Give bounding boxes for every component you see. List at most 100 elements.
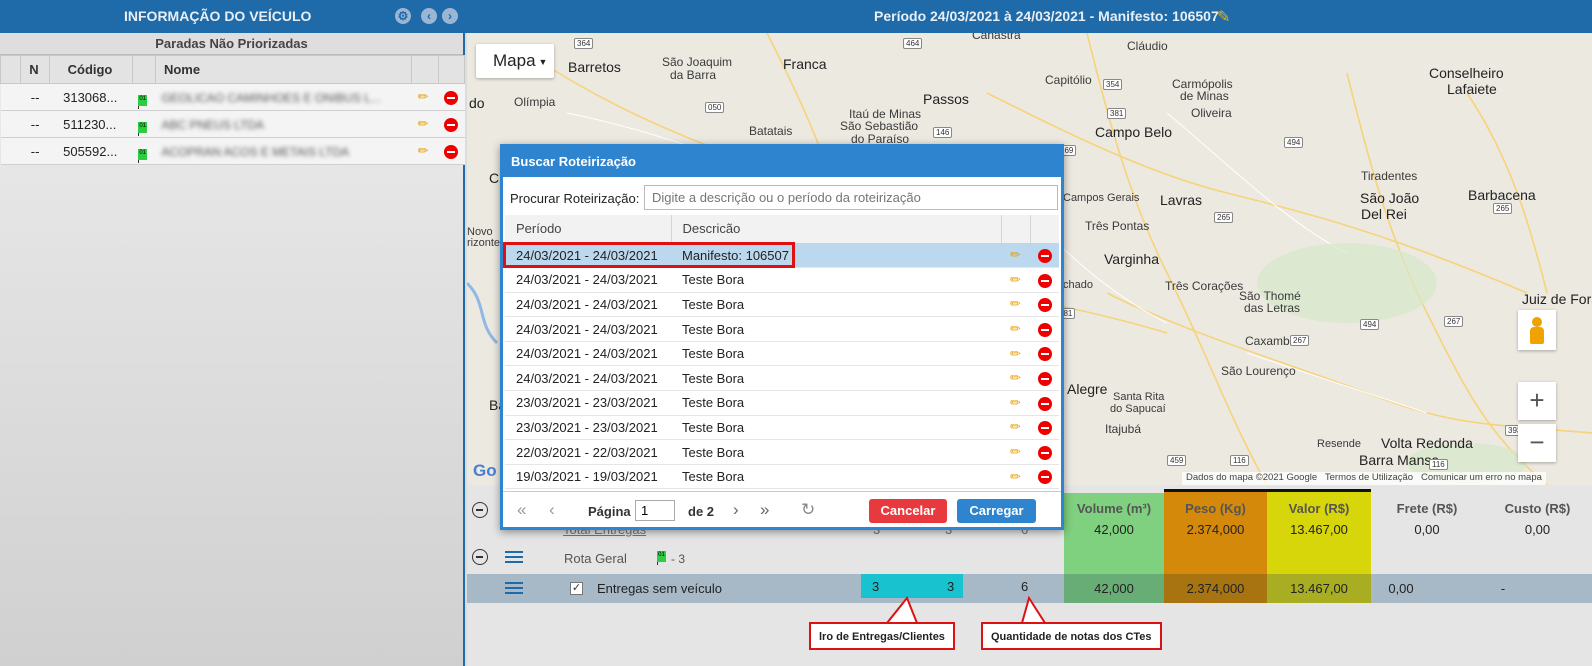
road-badge: 459: [1167, 455, 1187, 466]
row-edit: ✏: [1001, 464, 1030, 490]
row-periodo: 22/03/2021 - 22/03/2021: [505, 439, 671, 465]
row-periodo: 24/03/2021 - 24/03/2021: [505, 365, 671, 392]
vehicle-info-title: INFORMAÇÃO DO VEÍCULO: [124, 8, 312, 24]
remove-icon[interactable]: [1037, 396, 1052, 411]
map-type-button[interactable]: Mapa ▼: [476, 44, 554, 78]
arrow-left-icon[interactable]: ‹: [421, 8, 437, 24]
table-row[interactable]: 24/03/2021 - 24/03/2021 Teste Bora ✏: [505, 341, 1059, 367]
pencil-icon[interactable]: ✏: [1010, 469, 1021, 484]
city-label: Barretos: [568, 59, 621, 75]
pencil-icon[interactable]: ✏: [418, 143, 429, 158]
column-descricao[interactable]: Descricão: [671, 215, 1002, 244]
row-periodo: 24/03/2021 - 24/03/2021: [505, 292, 671, 318]
row-select[interactable]: [0, 137, 21, 165]
city-label: Resende: [1317, 438, 1362, 450]
zoom-out-button[interactable]: −: [1518, 424, 1556, 462]
remove-icon[interactable]: [1037, 298, 1052, 313]
pencil-icon[interactable]: ✏: [1010, 370, 1021, 385]
table-row[interactable]: 23/03/2021 - 23/03/2021 Teste Bora ✏: [505, 415, 1059, 441]
row-codigo: 505592...: [49, 137, 133, 165]
row-periodo: 24/03/2021 - 24/03/2021: [505, 267, 671, 293]
pencil-icon[interactable]: ✏: [1010, 247, 1021, 262]
remove-icon[interactable]: [444, 144, 459, 159]
road-badge: 050: [705, 102, 725, 113]
row-edit: ✏: [1001, 390, 1030, 416]
city-label: Lafaiete: [1447, 81, 1497, 97]
pencil-icon[interactable]: ✏: [418, 116, 429, 131]
page-count: de 2: [688, 504, 715, 519]
gear-icon[interactable]: ⚙: [395, 8, 411, 24]
delete-column: [1030, 215, 1059, 244]
row-delete: [1030, 390, 1059, 416]
first-page-icon[interactable]: «: [517, 500, 526, 520]
row-select[interactable]: [0, 110, 21, 138]
last-page-icon[interactable]: »: [760, 500, 769, 520]
table-row[interactable]: 24/03/2021 - 24/03/2021 Teste Bora ✏: [505, 267, 1059, 293]
remove-icon[interactable]: [1037, 273, 1052, 288]
edit-pencil-icon[interactable]: ✎: [1217, 7, 1230, 27]
pencil-icon[interactable]: ✏: [1010, 419, 1021, 434]
table-row[interactable]: 24/03/2021 - 24/03/2021 Teste Bora ✏: [505, 365, 1059, 392]
table-row[interactable]: -- 505592... 01 ACOPRAN ACOS E METAIS LT…: [0, 137, 465, 165]
row-edit: ✏: [1001, 267, 1030, 293]
remove-icon[interactable]: [1037, 470, 1052, 485]
pencil-icon[interactable]: ✏: [1010, 272, 1021, 287]
terms-link[interactable]: Termos de Utilização: [1325, 472, 1413, 483]
remove-icon[interactable]: [1037, 421, 1052, 436]
row-delete: [1030, 243, 1059, 269]
remove-icon[interactable]: [444, 90, 459, 105]
column-nome[interactable]: Nome: [154, 55, 413, 84]
pencil-icon[interactable]: ✏: [1010, 395, 1021, 410]
remove-icon[interactable]: [1037, 347, 1052, 362]
row-delete: [1030, 415, 1059, 441]
pencil-icon[interactable]: ✏: [1010, 296, 1021, 311]
row-edit: ✏: [1001, 316, 1030, 342]
arrow-right-icon[interactable]: ›: [442, 8, 458, 24]
row-delete: [1030, 267, 1059, 293]
pencil-icon[interactable]: ✏: [1010, 346, 1021, 361]
road-badge: 364: [574, 38, 594, 49]
pencil-icon[interactable]: ✏: [1010, 321, 1021, 336]
table-row[interactable]: 24/03/2021 - 24/03/2021 Teste Bora ✏: [505, 316, 1059, 342]
row-periodo: 23/03/2021 - 23/03/2021: [505, 390, 671, 416]
row-codigo: 313068...: [49, 83, 133, 111]
column-n[interactable]: N: [20, 55, 50, 84]
page-input[interactable]: [635, 500, 675, 521]
remove-icon[interactable]: [1037, 372, 1052, 387]
city-label: Tiradentes: [1361, 169, 1418, 183]
row-descricao: Teste Bora: [671, 439, 1001, 465]
load-button[interactable]: Carregar: [957, 499, 1036, 523]
row-n: --: [20, 137, 50, 165]
row-select[interactable]: [0, 83, 21, 111]
remove-icon[interactable]: [1037, 322, 1052, 337]
column-periodo[interactable]: Período: [505, 215, 672, 244]
remove-icon[interactable]: [444, 117, 459, 132]
table-row[interactable]: 19/03/2021 - 19/03/2021 Teste Bora ✏: [505, 464, 1059, 490]
road-badge: 267: [1444, 316, 1464, 327]
table-row[interactable]: 24/03/2021 - 24/03/2021 Teste Bora ✏: [505, 292, 1059, 318]
column-codigo[interactable]: Código: [48, 55, 133, 84]
city-label: Varginha: [1104, 251, 1160, 267]
search-input[interactable]: [644, 185, 1058, 210]
pencil-icon[interactable]: ✏: [418, 89, 429, 104]
prev-page-icon[interactable]: ‹: [549, 500, 555, 520]
zoom-in-button[interactable]: +: [1518, 382, 1556, 420]
table-row[interactable]: 22/03/2021 - 22/03/2021 Teste Bora ✏: [505, 439, 1059, 465]
city-label: Três Pontas: [1085, 219, 1150, 233]
cancel-button[interactable]: Cancelar: [869, 499, 947, 523]
remove-icon[interactable]: [1037, 445, 1052, 460]
next-page-icon[interactable]: ›: [733, 500, 739, 520]
city-label: Canastra: [972, 33, 1021, 42]
table-row[interactable]: -- 313068... 01 GEOLICAO CAMINHOES E ONI…: [0, 83, 465, 111]
city-label: Itajubá: [1105, 422, 1142, 436]
refresh-icon[interactable]: ↻: [801, 500, 815, 520]
table-row[interactable]: -- 511230... 01 ABC PNEUS LTDA ✏: [0, 110, 465, 138]
table-row[interactable]: 23/03/2021 - 23/03/2021 Teste Bora ✏: [505, 390, 1059, 416]
row-periodo: 24/03/2021 - 24/03/2021: [505, 341, 671, 367]
callout-notas: Quantidade de notas dos CTes: [981, 622, 1162, 650]
report-error-link[interactable]: Comunicar um erro no mapa: [1421, 472, 1542, 483]
street-view-pegman-icon[interactable]: [1518, 310, 1556, 350]
city-label: Três Corações: [1165, 279, 1244, 293]
remove-icon[interactable]: [1037, 249, 1052, 264]
pencil-icon[interactable]: ✏: [1010, 444, 1021, 459]
